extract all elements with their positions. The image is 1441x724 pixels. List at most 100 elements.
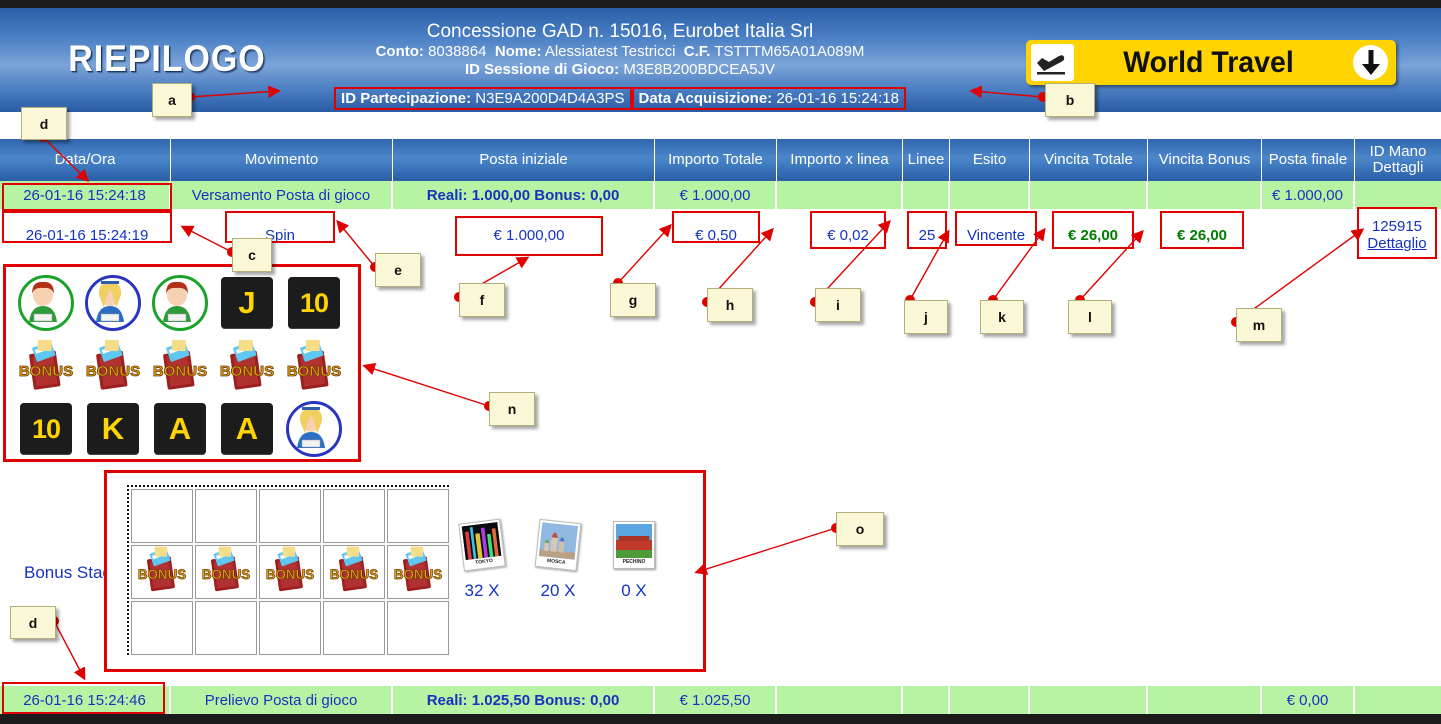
col-esito: Esito — [950, 139, 1030, 181]
conto-label: Conto: — [375, 43, 424, 61]
beijing-photo-icon: PECHINO — [613, 521, 655, 569]
participation-value: N3E9A200D4D4A3PS — [475, 90, 625, 107]
bonus-icon: BONUS — [391, 545, 445, 600]
symbol-10: 10 — [288, 277, 340, 329]
reels-grid: J 10 BONUS BONUS BONUS BONUS BONUS 10 K … — [14, 273, 346, 459]
acquisition-value: 26-01-16 15:24:18 — [776, 90, 899, 107]
bonus-stage-grid: BONUS BONUS BONUS BONUS BONUS — [127, 485, 449, 655]
cell-posta-finale: € 1.000,00 — [1262, 181, 1355, 209]
bonus-stage-cell: BONUS — [131, 545, 193, 599]
annotation-note-i[interactable]: i — [815, 288, 861, 322]
svg-text:BONUS: BONUS — [86, 363, 140, 380]
beijing-multiplier: 0 X — [621, 581, 647, 600]
cf-label: C.F. — [683, 43, 711, 61]
annotation-note-e[interactable]: e — [375, 253, 421, 287]
beijing-photo-image — [616, 524, 652, 558]
cell-posta-iniziale: Reali: 1.025,50 Bonus: 0,00 — [393, 686, 655, 714]
bonus-icon: BONUS — [199, 545, 253, 600]
reel-symbol: 10 — [14, 399, 78, 459]
cell-movimento: Versamento Posta di gioco — [171, 181, 393, 209]
bonus-stage-cell: BONUS — [259, 545, 321, 599]
cell-posta-iniziale: Reali: 1.000,00 Bonus: 0,00 — [393, 181, 655, 209]
bonus-stage-cell — [387, 601, 449, 655]
annotation-note-c[interactable]: c — [232, 238, 272, 272]
annotation-note-f[interactable]: f — [459, 283, 505, 317]
reel-symbol: BONUS — [282, 336, 346, 396]
bonus-stage-cell — [259, 601, 321, 655]
symbol-K: K — [87, 403, 139, 455]
bonus-stage-cell — [387, 489, 449, 543]
annotation-note-a[interactable]: a — [152, 83, 192, 117]
highlight-vincita-totale — [1052, 211, 1134, 249]
col-id-mano-l2: Dettagli — [1372, 159, 1424, 176]
annotation-note-j[interactable]: j — [904, 300, 948, 334]
cell-linee — [903, 686, 950, 714]
acquisition-box: Data Acquisizione: 26-01-16 15:24:18 — [631, 87, 906, 110]
bonus-photo: PECHINO 0 X — [611, 521, 657, 601]
col-id-mano-l1: ID Mano — [1369, 143, 1427, 161]
symbol-J: J — [221, 277, 273, 329]
svg-text:BONUS: BONUS — [394, 566, 442, 581]
highlight-vincita-bonus — [1160, 211, 1244, 249]
bonus-icon: BONUS — [285, 338, 343, 394]
table-header-row: Data/Ora Movimento Posta iniziale Import… — [0, 139, 1441, 181]
annotation-note-l[interactable]: l — [1068, 300, 1112, 334]
bonus-stage-cell: BONUS — [323, 545, 385, 599]
highlight-posta-iniziale — [455, 216, 603, 256]
annotation-note-n[interactable]: n — [489, 392, 535, 426]
annotation-note-d-bottom[interactable]: d — [10, 606, 56, 639]
bonus-icon: BONUS — [135, 545, 189, 600]
session-line: ID Sessione di Gioco: M3E8B200BDCEA5JV — [250, 61, 990, 79]
highlight-data-ora-row1 — [2, 183, 172, 211]
conto-value: 8038864 — [428, 43, 487, 61]
annotation-note-d-top[interactable]: d — [21, 107, 67, 140]
cell-importo-x-linea — [777, 686, 903, 714]
lady-blue-icon — [85, 275, 141, 331]
bonus-stage-cell — [195, 601, 257, 655]
annotation-note-g[interactable]: g — [610, 283, 656, 317]
annotation-note-k[interactable]: k — [980, 300, 1024, 334]
col-importo-totale: Importo Totale — [655, 139, 777, 181]
highlight-id-mano — [1357, 207, 1437, 259]
highlight-importo-totale — [672, 211, 760, 243]
cell-importo-totale: € 1.000,00 — [655, 181, 777, 209]
col-id-mano: ID Mano Dettagli — [1355, 139, 1441, 181]
reel-symbol: K — [81, 399, 145, 459]
symbol-10: 10 — [20, 403, 72, 455]
cell-posta-finale — [1262, 209, 1355, 261]
lady-green-icon — [18, 275, 74, 331]
reel-symbol — [148, 273, 212, 333]
cell-vincita-bonus — [1148, 686, 1262, 714]
highlight-importo-x-linea — [810, 211, 886, 249]
acquisition-label: Data Acquisizione: — [638, 90, 773, 107]
tokyo-photo-image — [461, 521, 502, 561]
reel-symbol: J — [215, 273, 279, 333]
concession-line: Concessione GAD n. 15016, Eurobet Italia… — [426, 21, 814, 42]
reel-symbol: BONUS — [81, 336, 145, 396]
annotation-note-h[interactable]: h — [707, 288, 753, 322]
tokyo-photo-icon: TOKYO — [458, 518, 506, 572]
session-label: ID Sessione di Gioco: — [464, 61, 620, 79]
bonus-stage-cell — [195, 489, 257, 543]
annotation-note-m[interactable]: m — [1236, 308, 1282, 342]
highlight-esito — [955, 211, 1037, 246]
cell-movimento: Prelievo Posta di gioco — [171, 686, 393, 714]
table-row: 26-01-16 15:24:18 Versamento Posta di gi… — [0, 181, 1441, 209]
cf-value: TSTTTM65A01A089M — [714, 43, 865, 61]
symbol-A: A — [221, 403, 273, 455]
cell-esito — [950, 181, 1030, 209]
col-vincita-totale: Vincita Totale — [1030, 139, 1148, 181]
bonus-photo: TOKYO 32 X — [458, 518, 506, 601]
bonus-stage-cell — [131, 489, 193, 543]
beijing-photo-caption: PECHINO — [622, 559, 646, 565]
page-header: RIEPILOGO Concessione GAD n. 15016, Euro… — [0, 8, 1441, 112]
bonus-stage-cell — [131, 601, 193, 655]
session-value: M3E8B200BDCEA5JV — [623, 61, 776, 79]
reel-symbol: A — [148, 399, 212, 459]
world-travel-logo: World Travel — [1026, 40, 1396, 85]
cell-esito — [950, 686, 1030, 714]
reel-symbol — [282, 399, 346, 459]
account-info-block: Concessione GAD n. 15016, Eurobet Italia… — [250, 20, 990, 80]
annotation-note-b[interactable]: b — [1045, 83, 1095, 117]
annotation-note-o[interactable]: o — [836, 512, 884, 546]
